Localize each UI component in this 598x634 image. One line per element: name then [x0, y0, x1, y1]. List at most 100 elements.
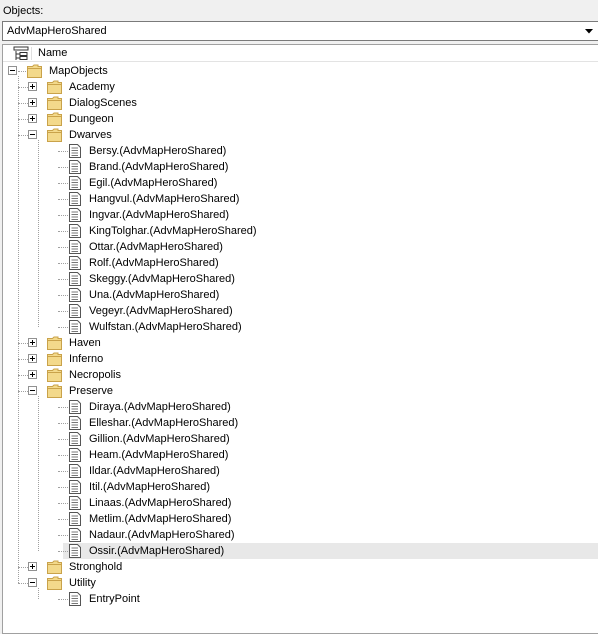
tree-connector	[18, 71, 26, 72]
tree-connector	[18, 343, 28, 344]
tree-connector	[18, 391, 28, 392]
folder-icon	[47, 96, 63, 110]
tree-item[interactable]: Una.(AdvMapHeroShared)	[3, 287, 598, 303]
tree-item[interactable]: Linaas.(AdvMapHeroShared)	[3, 495, 598, 511]
objects-combobox[interactable]: AdvMapHeroShared	[2, 21, 598, 41]
folder-label: Necropolis	[69, 369, 121, 381]
folder-icon	[47, 576, 63, 590]
document-icon	[68, 479, 82, 495]
document-icon	[68, 191, 82, 207]
tree-connector	[38, 588, 39, 599]
object-tree-panel[interactable]: Name MapObjects Academy DialogScenes Dungeo…	[2, 44, 598, 634]
tree-connector	[18, 103, 28, 104]
tree-item-label: EntryPoint	[89, 593, 140, 605]
document-icon	[68, 431, 82, 447]
collapse-icon[interactable]	[28, 130, 37, 139]
tree-connector	[58, 311, 68, 312]
tree-node-necropolis[interactable]: Necropolis	[3, 367, 598, 383]
tree-item[interactable]: Rolf.(AdvMapHeroShared)	[3, 255, 598, 271]
tree-connector	[58, 215, 68, 216]
tree-item[interactable]: Heam.(AdvMapHeroShared)	[3, 447, 598, 463]
tree-item[interactable]: Metlim.(AdvMapHeroShared)	[3, 511, 598, 527]
tree-node-dwarves[interactable]: Dwarves	[3, 127, 598, 143]
tree-item-label: Bersy.(AdvMapHeroShared)	[89, 145, 227, 157]
tree-connector	[58, 423, 68, 424]
column-header: Name	[3, 45, 598, 62]
folder-icon	[27, 64, 43, 78]
tree-item[interactable]: Brand.(AdvMapHeroShared)	[3, 159, 598, 175]
folder-label: Haven	[69, 337, 101, 349]
tree-item-label: Vegeyr.(AdvMapHeroShared)	[89, 305, 233, 317]
tree-node-haven[interactable]: Haven	[3, 335, 598, 351]
tree-connector	[58, 247, 68, 248]
folder-label: Utility	[69, 577, 96, 589]
tree-node-inferno[interactable]: Inferno	[3, 351, 598, 367]
tree-item[interactable]: Ossir.(AdvMapHeroShared)	[3, 543, 598, 559]
objects-combobox-value: AdvMapHeroShared	[7, 25, 107, 37]
tree-item[interactable]: Skeggy.(AdvMapHeroShared)	[3, 271, 598, 287]
tree-item-label: Hangvul.(AdvMapHeroShared)	[89, 193, 240, 205]
tree-item[interactable]: Ingvar.(AdvMapHeroShared)	[3, 207, 598, 223]
tree-item[interactable]: Egil.(AdvMapHeroShared)	[3, 175, 598, 191]
tree-item[interactable]: Hangvul.(AdvMapHeroShared)	[3, 191, 598, 207]
expand-icon[interactable]	[28, 562, 37, 571]
document-icon	[68, 287, 82, 303]
collapse-icon[interactable]	[28, 386, 37, 395]
document-icon	[68, 159, 82, 175]
tree-connector	[18, 583, 28, 584]
tree-item[interactable]: Diraya.(AdvMapHeroShared)	[3, 399, 598, 415]
expand-icon[interactable]	[28, 114, 37, 123]
collapse-icon[interactable]	[28, 578, 37, 587]
folder-icon	[47, 368, 63, 382]
folder-label: MapObjects	[49, 65, 108, 77]
document-icon	[68, 143, 82, 159]
tree-item[interactable]: Ildar.(AdvMapHeroShared)	[3, 463, 598, 479]
tree-connector	[58, 295, 68, 296]
folder-label: Inferno	[69, 353, 104, 365]
tree-item[interactable]: Bersy.(AdvMapHeroShared)	[3, 143, 598, 159]
tree-connector	[58, 231, 68, 232]
folder-label: DialogScenes	[69, 97, 137, 109]
tree-node-academy[interactable]: Academy	[3, 79, 598, 95]
tree-item[interactable]: Ottar.(AdvMapHeroShared)	[3, 239, 598, 255]
tree-item[interactable]: Itil.(AdvMapHeroShared)	[3, 479, 598, 495]
tree-connector	[58, 407, 68, 408]
folder-label: Preserve	[69, 385, 114, 397]
tree-node-preserve[interactable]: Preserve	[3, 383, 598, 399]
tree-node-stronghold[interactable]: Stronghold	[3, 559, 598, 575]
collapse-icon[interactable]	[8, 66, 17, 75]
expand-icon[interactable]	[28, 338, 37, 347]
tree-connector	[58, 439, 68, 440]
tree-item[interactable]: EntryPoint	[3, 591, 598, 607]
tree-item[interactable]: Gillion.(AdvMapHeroShared)	[3, 431, 598, 447]
expand-icon[interactable]	[28, 82, 37, 91]
tree-item[interactable]: Vegeyr.(AdvMapHeroShared)	[3, 303, 598, 319]
tree-node-dungeon[interactable]: Dungeon	[3, 111, 598, 127]
tree-connector	[58, 327, 68, 328]
expand-icon[interactable]	[28, 98, 37, 107]
name-column-header[interactable]: Name	[38, 46, 67, 60]
tree-item[interactable]: Elleshar.(AdvMapHeroShared)	[3, 415, 598, 431]
tree-item-label: Elleshar.(AdvMapHeroShared)	[89, 417, 239, 429]
tree-item-label: Egil.(AdvMapHeroShared)	[89, 177, 218, 189]
document-icon	[68, 271, 82, 287]
tree-connector	[58, 503, 68, 504]
tree-node-utility[interactable]: Utility	[3, 575, 598, 591]
expand-icon[interactable]	[28, 370, 37, 379]
tree-columns-icon[interactable]	[13, 46, 29, 61]
tree-connector	[18, 87, 28, 88]
tree-connector	[58, 199, 68, 200]
tree-item[interactable]: Nadaur.(AdvMapHeroShared)	[3, 527, 598, 543]
expand-icon[interactable]	[28, 354, 37, 363]
document-icon	[68, 399, 82, 415]
tree-item[interactable]: KingTolghar.(AdvMapHeroShared)	[3, 223, 598, 239]
chevron-down-icon[interactable]	[583, 22, 595, 40]
tree-item[interactable]: Wulfstan.(AdvMapHeroShared)	[3, 319, 598, 335]
tree-node-mapobjects[interactable]: MapObjects	[3, 63, 598, 79]
folder-icon	[47, 80, 63, 94]
document-icon	[68, 255, 82, 271]
tree-node-dialogscenes[interactable]: DialogScenes	[3, 95, 598, 111]
tree-connector	[58, 279, 68, 280]
folder-label: Dwarves	[69, 129, 112, 141]
tree-item-label: Metlim.(AdvMapHeroShared)	[89, 513, 232, 525]
